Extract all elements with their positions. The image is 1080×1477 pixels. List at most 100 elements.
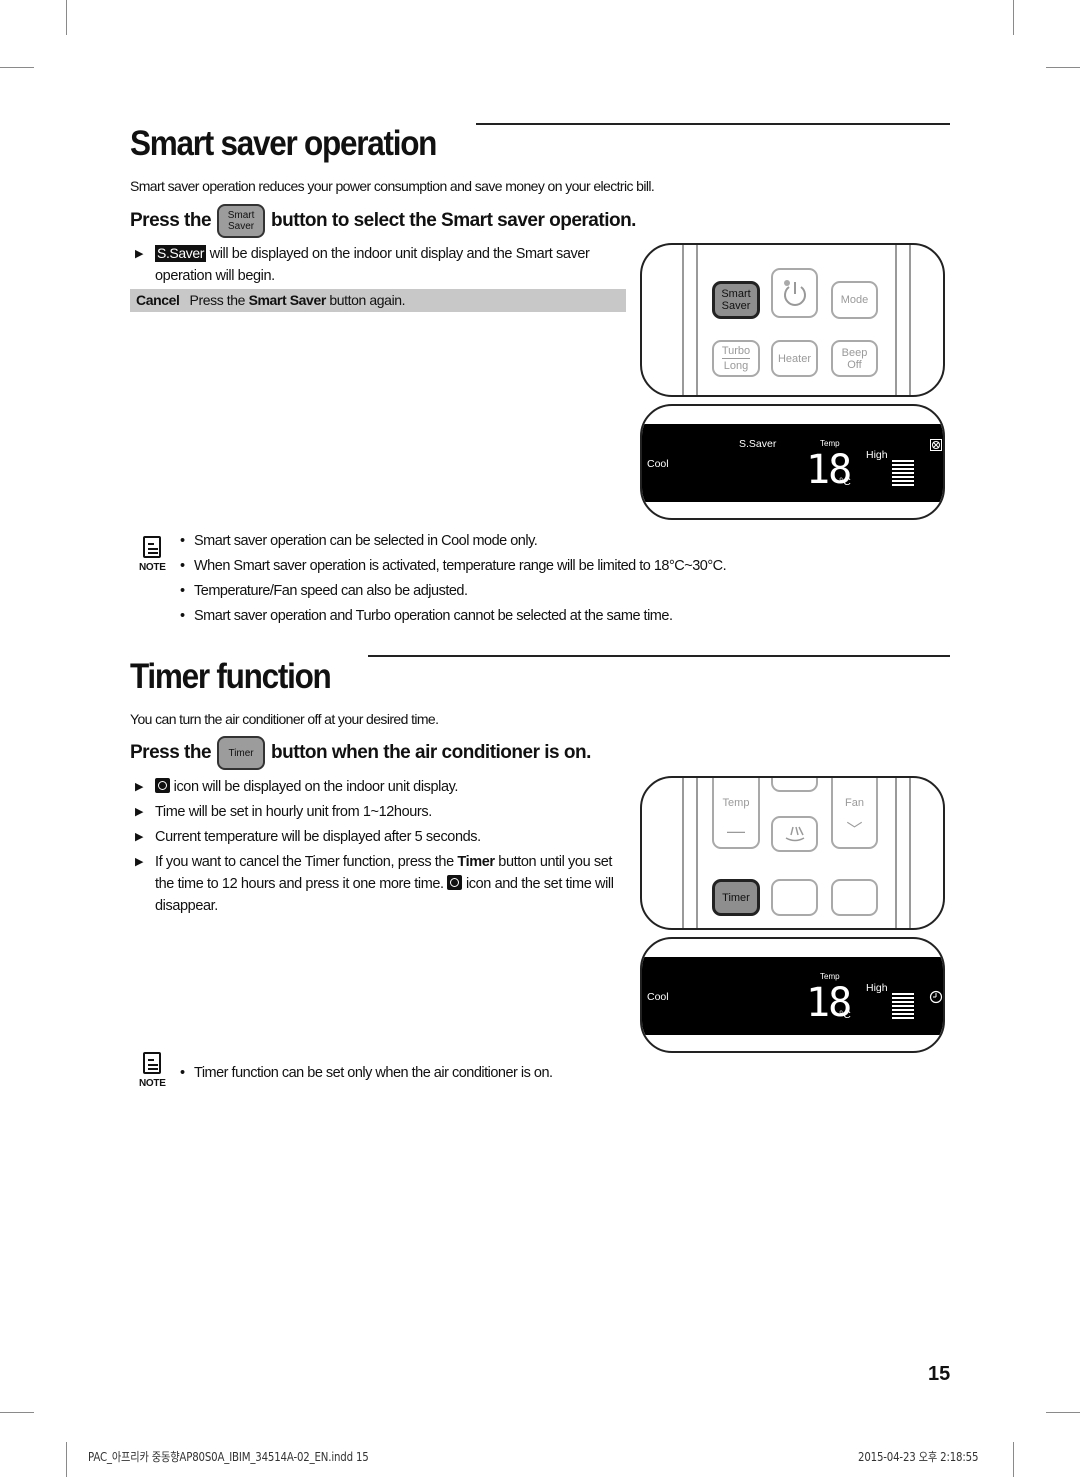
note-item: • Temperature/Fan speed can also be adjus…	[180, 583, 468, 599]
button-label: Turbo	[721, 345, 751, 359]
turbo-long-button[interactable]: Turbo Long	[712, 340, 760, 377]
clock-icon	[929, 990, 943, 1004]
temp-unit: °C	[839, 476, 851, 488]
note-item: • Smart saver operation can be selected i…	[180, 533, 538, 549]
temp-button[interactable]: Temp —	[712, 778, 760, 849]
swing-icon	[785, 826, 804, 842]
smart-saver-button-icon: Smart Saver	[217, 204, 266, 238]
fan-level-bars	[892, 993, 914, 1021]
note-text: When Smart saver operation is activated,…	[194, 558, 727, 574]
crop-mark	[0, 67, 34, 68]
bullet-arrow-icon: ▶	[135, 831, 144, 843]
timer-button[interactable]: Timer	[712, 879, 760, 916]
note-label: NOTE	[139, 1078, 166, 1089]
beep-off-button[interactable]: Beep Off	[831, 340, 878, 377]
remote-rail	[895, 778, 897, 928]
button-label: Off	[847, 358, 862, 371]
list-item: ▶ icon will be displayed on the indoor u…	[135, 776, 625, 798]
button-label: Mode	[840, 294, 869, 306]
cancel-text-bold: Smart Saver	[248, 292, 327, 308]
instruction-suffix: button when the air conditioner is on.	[271, 742, 591, 763]
temp-unit: °C	[839, 1009, 851, 1021]
remote-rail	[909, 778, 911, 928]
bullet-text: icon will be displayed on the indoor uni…	[173, 779, 459, 795]
note-text: Timer function can be set only when the …	[194, 1065, 553, 1081]
bullet-text: Time will be set in hourly unit from 1~1…	[155, 804, 432, 820]
button-line1: Timer	[228, 747, 254, 759]
blank-button[interactable]	[771, 879, 818, 916]
section-title-timer: Timer function	[130, 657, 332, 696]
list-item: ▶ If you want to cancel the Timer functi…	[135, 851, 625, 917]
note-icon: NOTE	[139, 1052, 166, 1089]
crop-mark	[1013, 1442, 1014, 1477]
clock-icon	[155, 778, 170, 793]
power-button[interactable]	[771, 268, 818, 318]
remote-rail	[682, 778, 684, 928]
cancel-bar: Cancel Press the Smart Saver button again…	[130, 289, 626, 312]
smart-saver-button[interactable]: Smart Saver	[712, 281, 760, 319]
crop-mark	[66, 0, 67, 35]
title-rule	[368, 655, 950, 657]
indoor-unit-display: Cool Temp 18 °C High	[640, 937, 945, 1053]
button-label: Smart	[721, 288, 751, 300]
button-line1: Smart	[227, 210, 255, 221]
filter-icon	[930, 439, 942, 451]
list-item: ▶ Time will be set in hourly unit from 1…	[135, 801, 625, 823]
section-title-smart-saver: Smart saver operation	[130, 124, 437, 163]
cancel-label: Cancel	[136, 292, 180, 308]
note-item: • Timer function can be set only when the…	[180, 1065, 553, 1081]
mode-label: Cool	[647, 458, 669, 470]
fan-level-bars	[892, 460, 914, 488]
bullet-text: Current temperature will be displayed af…	[155, 829, 481, 845]
bullet-arrow-icon: ▶	[135, 781, 144, 793]
s-saver-indicator: S.Saver	[739, 438, 777, 450]
button-label: Timer	[722, 891, 750, 904]
indoor-unit-display: Cool S.Saver Temp 18 °C High	[640, 404, 945, 520]
smart-saver-instruction: Press the Smart Saver button to select t…	[130, 204, 636, 238]
button-label: Saver	[721, 300, 751, 312]
page-number: 15	[928, 1363, 951, 1385]
note-text: Smart saver operation and Turbo operatio…	[194, 608, 673, 624]
fan-button[interactable]: Fan ﹀	[831, 778, 878, 849]
minus-icon: —	[727, 821, 745, 841]
footer-filename: PAC_아프리카 중동향AP80S0A_IBIM_34514A-02_EN.in…	[88, 1450, 369, 1464]
display-screen: Cool Temp 18 °C High	[642, 957, 943, 1035]
blank-button[interactable]	[831, 879, 878, 916]
button-label: Beep	[841, 346, 868, 359]
note-item: • Smart saver operation and Turbo operati…	[180, 608, 673, 624]
remote-rail	[895, 245, 897, 395]
bullet-text-bold: Timer	[457, 854, 495, 870]
remote-rail	[909, 245, 911, 395]
timer-intro: You can turn the air conditioner off at …	[130, 711, 439, 727]
mode-label: Cool	[647, 991, 669, 1003]
fan-label: High	[866, 982, 888, 994]
display-screen: Cool S.Saver Temp 18 °C High	[642, 424, 943, 502]
bullet-arrow-icon: ▶	[135, 806, 144, 818]
instruction-prefix: Press the	[130, 742, 212, 763]
title-rule	[476, 123, 950, 125]
cancel-text-prefix: Press the	[189, 292, 246, 308]
list-item: ▶ Current temperature will be displayed …	[135, 826, 625, 848]
note-text: Smart saver operation can be selected in…	[194, 533, 538, 549]
heater-button[interactable]: Heater	[771, 340, 818, 377]
s-saver-chip: S.Saver	[155, 245, 206, 262]
note-icon: NOTE	[139, 536, 166, 573]
mode-button[interactable]: Mode	[831, 281, 878, 319]
swing-button[interactable]	[771, 816, 818, 852]
direction-button[interactable]	[771, 778, 818, 792]
button-line2: Saver	[227, 221, 255, 232]
timer-button-icon: Timer	[217, 736, 266, 770]
button-label: Heater	[777, 352, 812, 365]
crop-mark	[1013, 0, 1014, 35]
fan-label: High	[866, 449, 888, 461]
bullet-arrow-icon: ▶	[135, 856, 144, 868]
power-icon	[783, 280, 806, 306]
instruction-prefix: Press the	[130, 210, 212, 231]
button-label: Temp	[722, 797, 750, 809]
crop-mark	[1046, 1412, 1080, 1413]
crop-mark	[1046, 67, 1080, 68]
crop-mark	[66, 1442, 67, 1477]
note-item: • When Smart saver operation is activated…	[180, 558, 727, 574]
note-label: NOTE	[139, 562, 166, 573]
remote-rail	[696, 245, 698, 395]
